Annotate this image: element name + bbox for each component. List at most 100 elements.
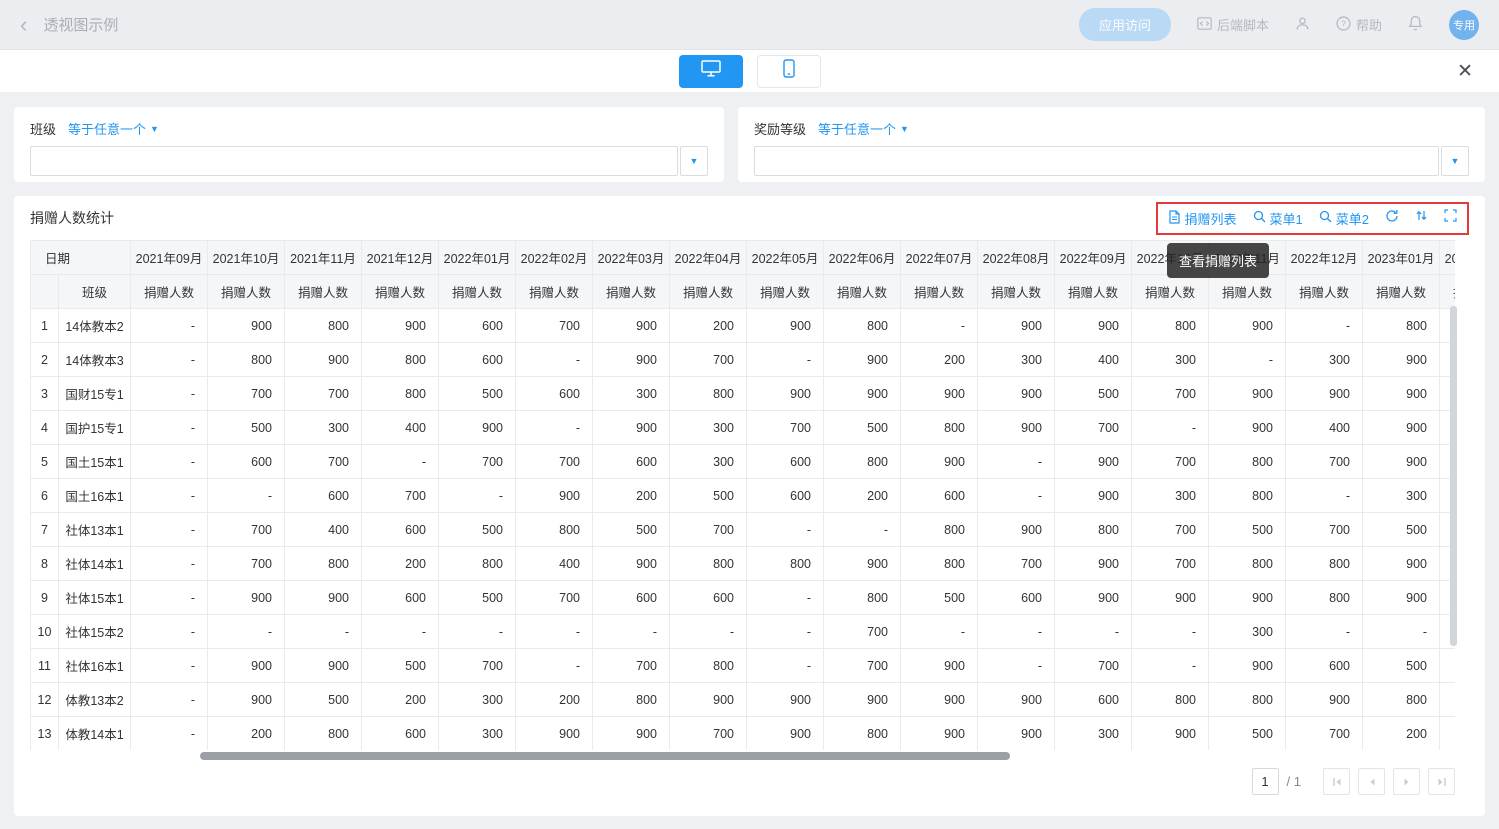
value-cell: 700 bbox=[824, 615, 901, 649]
value-cell: - bbox=[516, 343, 593, 377]
filter-operator-reward-level[interactable]: 等于任意一个 ▼ bbox=[818, 119, 909, 138]
value-cell: 200 bbox=[670, 309, 747, 343]
value-cell: 900 bbox=[1363, 581, 1440, 615]
fullscreen-button[interactable] bbox=[1444, 209, 1457, 227]
mobile-view-button[interactable] bbox=[757, 55, 821, 88]
value-cell: 900 bbox=[1209, 377, 1286, 411]
user-button[interactable] bbox=[1295, 16, 1310, 34]
value-cell: 900 bbox=[1209, 649, 1286, 683]
measure-header: 捐赠人数 bbox=[516, 275, 593, 309]
chevron-down-icon: ▼ bbox=[900, 124, 909, 134]
backend-script-button[interactable]: 后端脚本 bbox=[1197, 15, 1269, 34]
value-cell: - bbox=[593, 615, 670, 649]
value-cell: 800 bbox=[593, 683, 670, 717]
value-cell: 500 bbox=[670, 479, 747, 513]
back-button[interactable]: ‹ bbox=[20, 14, 27, 36]
menu1-button[interactable]: 菜单1 bbox=[1253, 209, 1303, 228]
blank-header bbox=[31, 275, 59, 309]
value-cell: 500 bbox=[1209, 513, 1286, 547]
last-page-button[interactable] bbox=[1428, 768, 1455, 795]
help-button[interactable]: ? 帮助 bbox=[1336, 15, 1382, 34]
vertical-scrollbar[interactable] bbox=[1450, 306, 1457, 646]
value-cell: 900 bbox=[670, 683, 747, 717]
reward-level-filter-input[interactable] bbox=[754, 146, 1439, 176]
value-cell: 700 bbox=[1286, 513, 1363, 547]
corner-header: 日期 bbox=[31, 241, 131, 275]
value-cell: 900 bbox=[285, 343, 362, 377]
value-cell bbox=[1440, 649, 1455, 683]
sort-button[interactable] bbox=[1415, 209, 1428, 227]
class-name-cell: 社体13本1 bbox=[59, 513, 131, 547]
next-page-button[interactable] bbox=[1393, 768, 1420, 795]
month-header: 2023年02月 bbox=[1440, 241, 1455, 275]
close-preview-button[interactable]: ✕ bbox=[1457, 60, 1473, 83]
value-cell: 200 bbox=[362, 547, 439, 581]
value-cell: 900 bbox=[978, 309, 1055, 343]
value-cell: 300 bbox=[439, 717, 516, 751]
month-header: 2021年10月 bbox=[208, 241, 285, 275]
workspace-badge[interactable]: 专用 bbox=[1449, 10, 1479, 40]
table-row: 8社体14本1-70080020080040090080080090080070… bbox=[31, 547, 1456, 581]
value-cell: 800 bbox=[670, 377, 747, 411]
value-cell: 900 bbox=[1209, 411, 1286, 445]
value-cell: 700 bbox=[1286, 717, 1363, 751]
value-cell: 800 bbox=[1209, 479, 1286, 513]
value-cell: 900 bbox=[285, 581, 362, 615]
prev-page-button[interactable] bbox=[1358, 768, 1385, 795]
row-dim-header: 班级 bbox=[59, 275, 131, 309]
donation-list-button[interactable]: 捐赠列表 bbox=[1168, 209, 1237, 228]
value-cell: 200 bbox=[824, 479, 901, 513]
value-cell: 700 bbox=[362, 479, 439, 513]
value-cell: 900 bbox=[1209, 309, 1286, 343]
value-cell: 700 bbox=[670, 343, 747, 377]
value-cell: - bbox=[747, 513, 824, 547]
measure-header: 捐赠人数 bbox=[1363, 275, 1440, 309]
filter-operator-class[interactable]: 等于任意一个 ▼ bbox=[68, 119, 159, 138]
value-cell: 800 bbox=[1209, 683, 1286, 717]
panel-toolbar-highlight: 捐赠列表 菜单1 菜单2 bbox=[1156, 202, 1469, 235]
horizontal-scrollbar[interactable] bbox=[200, 752, 1010, 760]
notifications-button[interactable] bbox=[1408, 15, 1423, 34]
month-header: 2022年08月 bbox=[978, 241, 1055, 275]
value-cell: 700 bbox=[439, 445, 516, 479]
search-icon bbox=[1319, 210, 1332, 226]
value-cell: 900 bbox=[1055, 479, 1132, 513]
value-cell: - bbox=[131, 649, 208, 683]
refresh-button[interactable] bbox=[1385, 209, 1399, 228]
app-access-button[interactable]: 应用访问 bbox=[1079, 8, 1171, 41]
class-filter-input[interactable] bbox=[30, 146, 678, 176]
month-header: 2022年05月 bbox=[747, 241, 824, 275]
value-cell: 800 bbox=[901, 547, 978, 581]
reward-level-filter-dropdown-button[interactable]: ▼ bbox=[1441, 146, 1469, 176]
value-cell: 800 bbox=[824, 445, 901, 479]
value-cell: - bbox=[131, 717, 208, 751]
value-cell: 600 bbox=[516, 377, 593, 411]
value-cell: - bbox=[1286, 479, 1363, 513]
measure-header: 捐赠人数 bbox=[1286, 275, 1363, 309]
value-cell: 200 bbox=[208, 717, 285, 751]
value-cell: 900 bbox=[824, 377, 901, 411]
value-cell: 900 bbox=[824, 343, 901, 377]
month-header: 2022年12月 bbox=[1286, 241, 1363, 275]
value-cell: 400 bbox=[516, 547, 593, 581]
value-cell: 500 bbox=[285, 683, 362, 717]
value-cell: 300 bbox=[1209, 615, 1286, 649]
value-cell: 900 bbox=[362, 309, 439, 343]
menu2-button[interactable]: 菜单2 bbox=[1319, 209, 1369, 228]
measure-header: 捐赠人数 bbox=[978, 275, 1055, 309]
class-filter-dropdown-button[interactable]: ▼ bbox=[680, 146, 708, 176]
value-cell: 900 bbox=[593, 547, 670, 581]
current-page-box[interactable]: 1 bbox=[1252, 768, 1279, 795]
class-name-cell: 社体16本1 bbox=[59, 649, 131, 683]
help-label: 帮助 bbox=[1356, 15, 1382, 34]
measure-header: 捐赠人数 bbox=[1440, 275, 1455, 309]
value-cell: - bbox=[1286, 615, 1363, 649]
first-page-button[interactable] bbox=[1323, 768, 1350, 795]
value-cell: 900 bbox=[747, 309, 824, 343]
value-cell: - bbox=[1055, 615, 1132, 649]
value-cell: 900 bbox=[1209, 581, 1286, 615]
value-cell: 500 bbox=[208, 411, 285, 445]
measure-header: 捐赠人数 bbox=[1209, 275, 1286, 309]
desktop-view-button[interactable] bbox=[679, 55, 743, 88]
value-cell: 700 bbox=[1132, 377, 1209, 411]
